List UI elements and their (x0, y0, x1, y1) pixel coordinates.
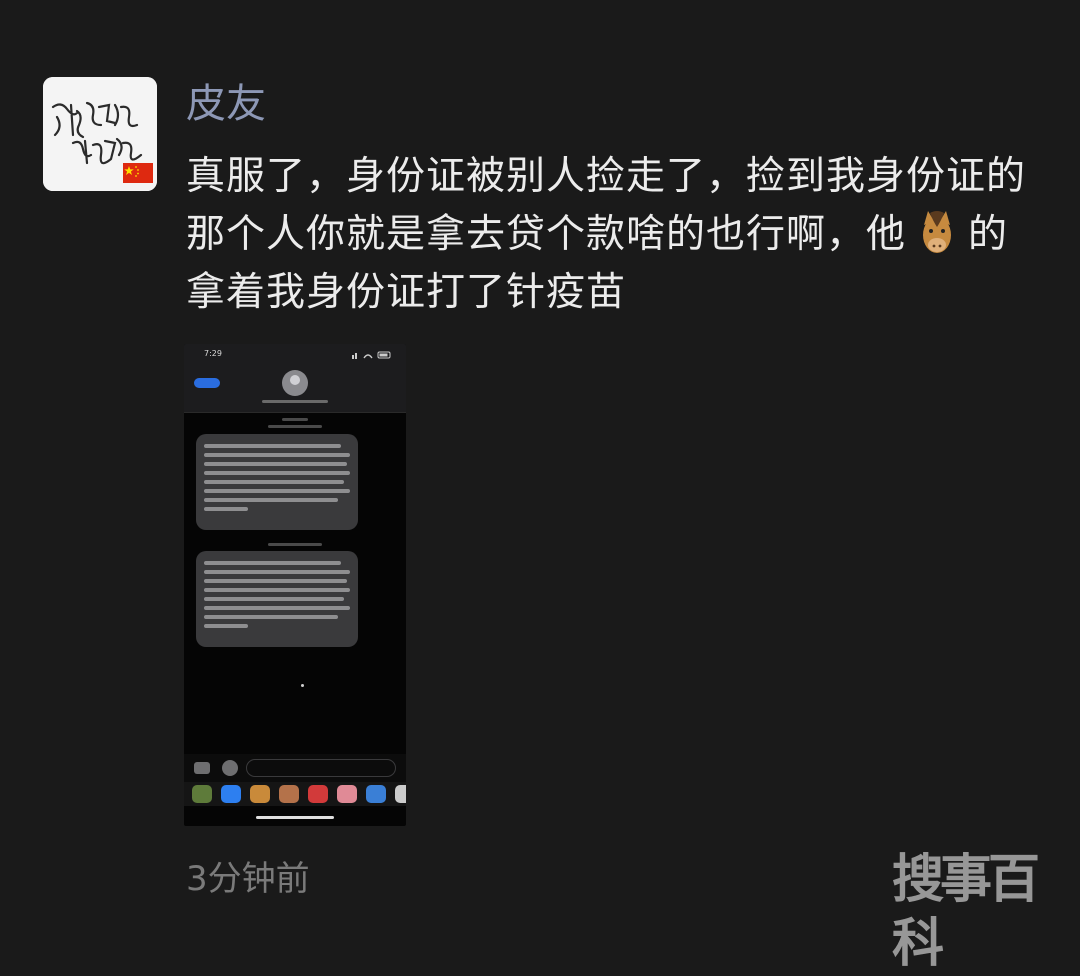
phone-status-time: 7:29 (204, 349, 222, 358)
app-icon (366, 785, 386, 803)
message-timestamp (282, 418, 308, 421)
sms-message-bubble (196, 551, 358, 647)
post-timestamp: 3分钟前 (186, 859, 310, 899)
app-icon (279, 785, 299, 803)
app-store-icon (222, 760, 238, 776)
attached-screenshot-image[interactable]: 7:29 (184, 344, 406, 826)
message-timestamp (268, 425, 322, 428)
signal-wifi-battery-icon (352, 351, 391, 359)
avatar[interactable] (43, 77, 157, 191)
post-text-part-1: 真服了，身份证被别人捡走了，捡到我身份证的那个人你就是拿去贷个款啥的也行啊，他 (186, 154, 1027, 257)
post-content: 真服了，身份证被别人捡走了，捡到我身份证的那个人你就是拿去贷个款啥的也行啊，他 … (186, 148, 1026, 322)
app-icon (221, 785, 241, 803)
handwritten-calligraphy-avatar-icon (43, 77, 157, 191)
sms-message-bubble (196, 434, 358, 530)
phone-app-drawer (184, 782, 406, 806)
app-icon (337, 785, 357, 803)
china-flag-icon (123, 163, 153, 183)
phone-message-header (184, 366, 406, 413)
imessage-text-field (246, 759, 396, 777)
cursor-dot (301, 684, 304, 687)
camera-icon (194, 762, 210, 774)
contact-name (262, 400, 328, 403)
watermark-text: 搜事百科 (892, 850, 1040, 974)
contact-avatar-icon (282, 370, 308, 396)
app-icon (395, 785, 406, 803)
home-indicator (256, 816, 334, 819)
phone-message-input-bar (184, 754, 406, 782)
app-icon (192, 785, 212, 803)
phone-status-bar: 7:29 (184, 344, 406, 366)
message-timestamp (268, 543, 322, 546)
app-icon (308, 785, 328, 803)
back-button (194, 378, 220, 388)
post-author-name[interactable]: 皮友 (186, 76, 266, 132)
horse-face-icon (912, 207, 962, 257)
app-icon (250, 785, 270, 803)
